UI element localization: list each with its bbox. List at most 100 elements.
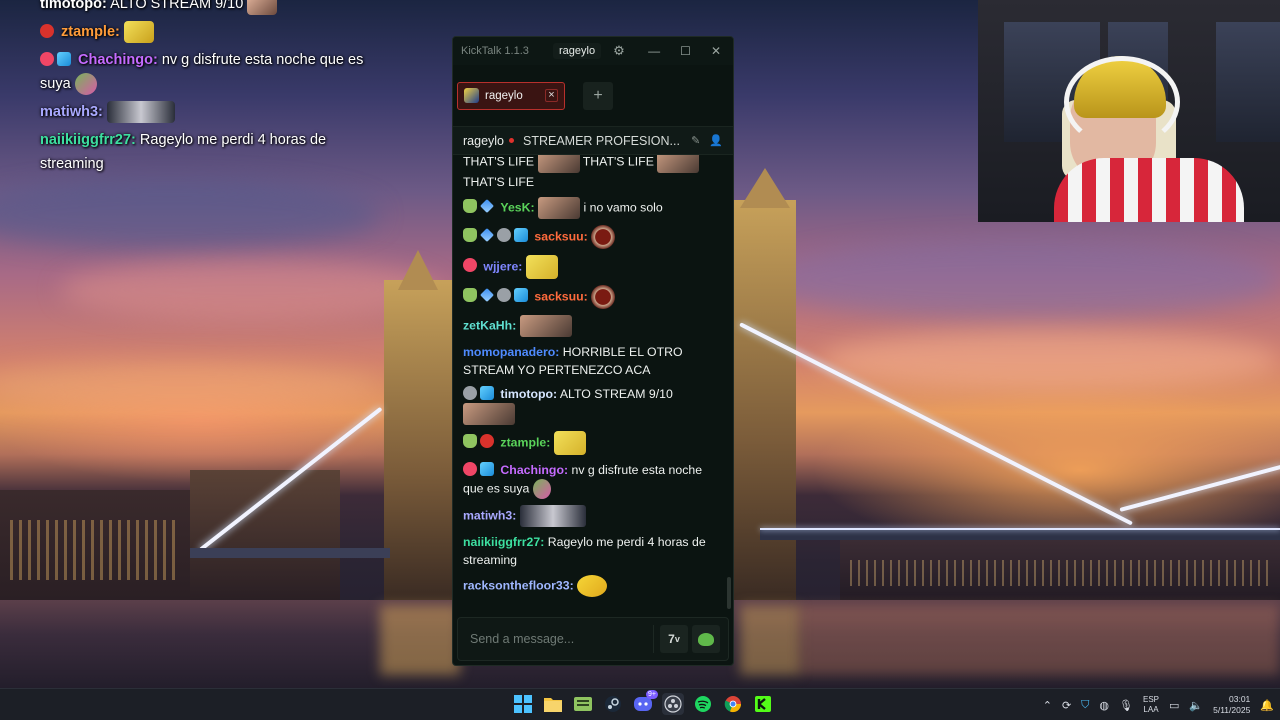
- bot-badge-icon: [463, 288, 477, 303]
- cube-badge-icon: [514, 288, 528, 303]
- steam-icon[interactable]: [602, 693, 624, 715]
- overlay-username: matiwh3:: [40, 104, 103, 120]
- emote-image: [519, 505, 586, 527]
- username[interactable]: zetKaHh:: [463, 318, 516, 332]
- notifications-bell-icon[interactable]: 🔔: [1260, 699, 1274, 712]
- minimize-icon[interactable]: —: [648, 44, 660, 58]
- discord-icon[interactable]: 9+: [632, 690, 658, 715]
- add-tab-button[interactable]: +: [583, 81, 613, 110]
- gray-badge-icon: [497, 228, 511, 243]
- game-app-icon[interactable]: [572, 693, 594, 715]
- file-explorer-icon[interactable]: [542, 693, 564, 715]
- emote-image: [591, 225, 616, 249]
- network-icon[interactable]: ◍: [1099, 699, 1109, 712]
- message-text: THAT'S LIFE: [463, 155, 535, 169]
- overlay-chat-line: naiikiiggfrr27: Rageylo me perdi 4 horas…: [40, 128, 370, 176]
- overlay-username: ztample:: [61, 24, 120, 40]
- chat-scrollbar[interactable]: [727, 577, 731, 609]
- chevron-up-icon[interactable]: ⌃: [1043, 699, 1052, 712]
- username[interactable]: sacksuu:: [534, 229, 587, 243]
- language-code: ESP: [1142, 695, 1159, 704]
- spongebob-emote: [553, 431, 586, 455]
- gray-badge-icon: [463, 386, 477, 400]
- emote-image: [577, 575, 608, 597]
- emote-image: [519, 315, 572, 337]
- chat-message: timotopo: ALTO STREAM 9/10: [463, 385, 717, 425]
- app-title: KickTalk 1.1.3: [461, 45, 529, 57]
- pin-icon[interactable]: ✎: [691, 134, 700, 147]
- chat-message: momopanadero: HORRIBLE EL OTRO STREAM YO…: [463, 343, 717, 379]
- tab-close-icon[interactable]: ×: [545, 89, 558, 102]
- username[interactable]: sacksuu:: [534, 289, 587, 303]
- username[interactable]: naiikiiggfrr27:: [463, 535, 544, 549]
- chat-message: Chachingo: nv g disfrute esta noche que …: [463, 461, 717, 499]
- clock[interactable]: 03:01 5/11/2025: [1213, 694, 1250, 716]
- overlay-username: timotopo:: [40, 0, 107, 12]
- chat-message: zetKaHh:: [463, 315, 717, 337]
- bot-badge-icon: [463, 228, 477, 243]
- message-input-bar: 7v: [457, 617, 729, 661]
- emote-image: [463, 403, 515, 425]
- message-text: i no vamo solo: [583, 200, 663, 215]
- settings-gear-icon[interactable]: ⚙: [613, 43, 625, 59]
- sync-icon[interactable]: ⟳: [1062, 699, 1071, 712]
- username[interactable]: ztample:: [500, 435, 550, 449]
- chat-message: ztample:: [463, 431, 717, 455]
- spongebob-emote: [525, 255, 558, 279]
- cube-badge-icon: [480, 462, 494, 476]
- volume-icon[interactable]: 🔈: [1189, 699, 1203, 712]
- bot-badge-icon: [463, 199, 477, 214]
- message-text: THAT'S LIFE: [582, 155, 654, 169]
- message-text: ALTO STREAM 9/10: [559, 387, 673, 401]
- username[interactable]: wjjere:: [483, 259, 522, 273]
- kicktalk-icon[interactable]: [752, 693, 774, 715]
- kicktalk-window: KickTalk 1.1.3 rageylo ⚙ — ☐ ✕ rageylo ×…: [452, 36, 734, 666]
- pepe-emote: [532, 479, 551, 499]
- user-icon[interactable]: 👤: [709, 134, 723, 147]
- bot-badge-icon: [463, 434, 477, 449]
- spotify-icon[interactable]: [692, 693, 714, 715]
- overlay-message-text: ALTO STREAM 9/10: [110, 0, 244, 12]
- kick-emote-button[interactable]: [692, 625, 720, 653]
- microphone-icon[interactable]: 🎙: [1119, 699, 1133, 712]
- sword-badge-icon: [480, 228, 494, 243]
- chat-message: sacksuu:: [463, 225, 717, 249]
- close-icon[interactable]: ✕: [711, 44, 721, 58]
- username[interactable]: YesK:: [500, 200, 534, 214]
- message-input[interactable]: [458, 632, 653, 646]
- stream-overlay-chat: timotopo: ALTO STREAM 9/10 ztample: Chac…: [40, 0, 370, 180]
- overlay-chat-line: matiwh3:: [40, 100, 370, 124]
- obs-icon[interactable]: [662, 693, 684, 715]
- stream-info-header: rageylo STREAMER PROFESION... ✎ 👤: [453, 127, 733, 155]
- 7tv-emote-button[interactable]: 7v: [660, 625, 688, 653]
- tab-label: rageylo: [485, 89, 523, 102]
- webcam-feed: [978, 0, 1280, 222]
- username[interactable]: matiwh3:: [463, 508, 516, 522]
- clock-date: 5/11/2025: [1213, 705, 1251, 715]
- account-button[interactable]: rageylo: [553, 43, 602, 59]
- chat-messages[interactable]: THAT'S LIFE THAT'S LIFE THAT'S LIFE YesK…: [453, 155, 725, 607]
- chat-message: racksonthefloor33:: [463, 575, 717, 597]
- username[interactable]: timotopo:: [500, 387, 557, 401]
- username[interactable]: momopanadero:: [463, 345, 559, 359]
- language-indicator[interactable]: ESP LAA: [1143, 695, 1159, 715]
- red-badge-icon: [40, 24, 54, 38]
- sword-badge-icon: [480, 288, 494, 303]
- cube-badge-icon: [57, 52, 71, 66]
- start-menu-icon[interactable]: [512, 693, 534, 715]
- username[interactable]: racksonthefloor33:: [463, 578, 574, 592]
- message-text: THAT'S LIFE: [463, 175, 535, 189]
- chat-message: matiwh3:: [463, 505, 717, 527]
- emote-image: [106, 101, 175, 124]
- chrome-icon[interactable]: [722, 693, 744, 715]
- sword-badge-icon: [480, 199, 494, 214]
- message-text: nv g disfrute esta noche que es suya: [463, 463, 703, 496]
- spongebob-emote: [123, 21, 154, 44]
- maximize-icon[interactable]: ☐: [680, 44, 691, 58]
- username[interactable]: Chachingo:: [500, 463, 568, 477]
- tab-rageylo[interactable]: rageylo ×: [457, 81, 565, 110]
- shield-icon[interactable]: ⛉: [1081, 699, 1089, 712]
- channel-avatar: [464, 88, 479, 103]
- gray-badge-icon: [497, 288, 511, 303]
- display-icon[interactable]: ▭: [1169, 699, 1179, 712]
